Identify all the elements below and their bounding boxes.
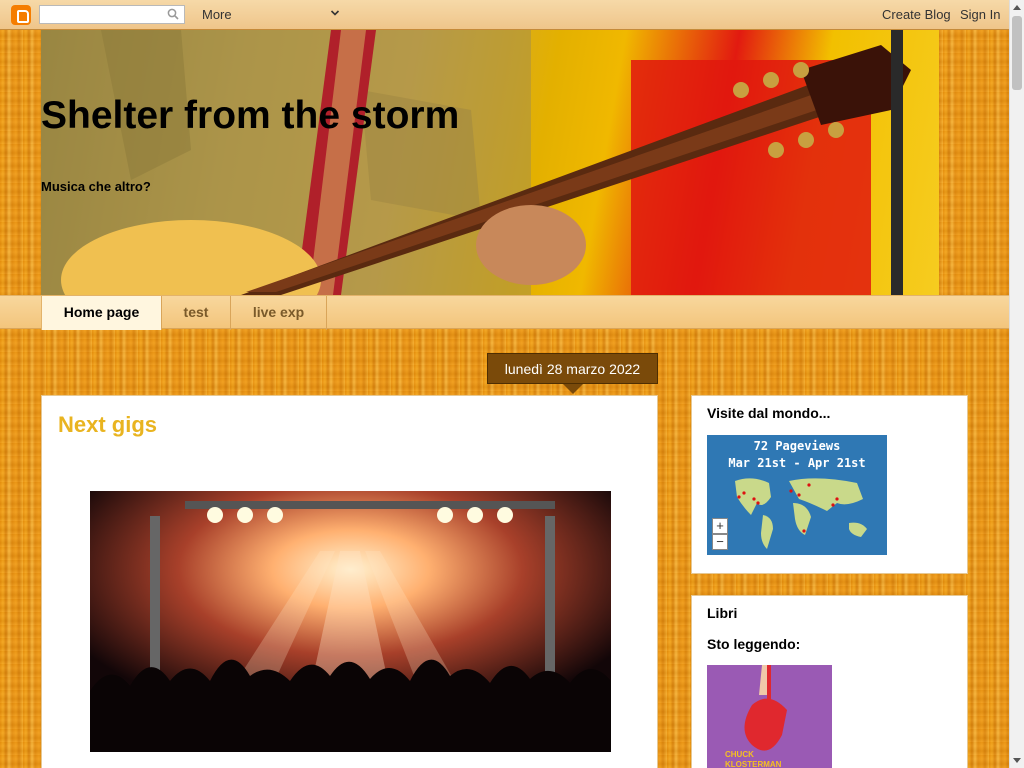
scroll-down-arrow-icon[interactable] [1013, 758, 1021, 763]
scroll-up-arrow-icon[interactable] [1013, 5, 1021, 10]
tab-live-exp[interactable]: live exp [231, 296, 327, 330]
blogger-logo-icon[interactable] [11, 5, 31, 25]
book-cover-image[interactable]: CHUCK KLOSTERMAN [707, 665, 832, 768]
pageviews-count: 72 Pageviews [753, 439, 841, 453]
visits-widget: Visite dal mondo... 72 Pageviews Mar 21s… [691, 395, 968, 574]
navbar-search [39, 5, 185, 24]
books-widget: Libri Sto leggendo: CHUCK KLOSTERMAN [691, 595, 968, 768]
chevron-down-icon [330, 10, 340, 16]
blog-description: Musica che altro? [41, 179, 151, 194]
books-reading-label: Sto leggendo: [707, 636, 801, 652]
blog-title[interactable]: Shelter from the storm [41, 94, 459, 138]
map-zoom-in-button[interactable]: + [712, 518, 728, 534]
visits-widget-title: Visite dal mondo... [707, 405, 831, 421]
more-label: More [202, 7, 232, 22]
svg-text:KLOSTERMAN: KLOSTERMAN [725, 760, 782, 768]
svg-text:CHUCK: CHUCK [725, 750, 754, 759]
vertical-scrollbar[interactable] [1009, 0, 1024, 768]
revolver-map[interactable]: 72 Pageviews Mar 21st - Apr 21st + − [707, 435, 887, 555]
blog-search-input[interactable] [40, 6, 164, 24]
page-tabs: Home page test live exp [0, 295, 1009, 330]
world-map-icon [735, 478, 867, 549]
date-header-arrow [563, 384, 583, 394]
tab-test[interactable]: test [162, 296, 231, 330]
pageviews-range: Mar 21st - Apr 21st [728, 456, 866, 470]
create-blog-link[interactable]: Create Blog [882, 7, 951, 22]
books-widget-title: Libri [707, 605, 738, 621]
concert-image[interactable] [90, 491, 611, 752]
post-title[interactable]: Next gigs [58, 412, 157, 438]
date-header: lunedì 28 marzo 2022 [487, 353, 658, 384]
sign-in-link[interactable]: Sign In [960, 7, 1000, 22]
map-zoom-out-button[interactable]: − [712, 534, 728, 550]
header-image [41, 30, 939, 295]
scroll-thumb[interactable] [1012, 16, 1022, 90]
tab-home-page[interactable]: Home page [41, 296, 162, 330]
blogger-navbar: More Create Blog Sign In [0, 0, 1009, 30]
blog-post: Next gigs [41, 395, 658, 768]
search-icon[interactable] [167, 8, 179, 20]
more-dropdown[interactable]: More [202, 7, 342, 23]
